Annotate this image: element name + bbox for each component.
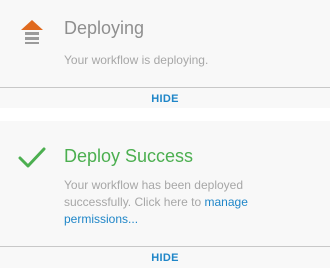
deploy-success-title: Deploy Success	[64, 146, 194, 166]
hide-deploying-button[interactable]: HIDE	[0, 93, 330, 105]
hide-success-button[interactable]: HIDE	[0, 252, 330, 264]
checkmark-icon	[18, 147, 46, 174]
divider	[0, 87, 330, 88]
notifications-panel: Deploying Your workflow is deploying. HI…	[0, 0, 330, 268]
divider	[0, 246, 330, 247]
deploying-title: Deploying	[64, 18, 145, 38]
deploying-description: Your workflow is deploying.	[64, 53, 209, 67]
deploying-notification: Deploying Your workflow is deploying. HI…	[0, 0, 330, 108]
deploy-success-description: Your workflow has been deployed successf…	[64, 177, 274, 228]
deploy-upload-icon	[18, 18, 46, 49]
separator-gap	[0, 108, 330, 121]
deploy-success-notification: Deploy Success Your workflow has been de…	[0, 121, 330, 268]
